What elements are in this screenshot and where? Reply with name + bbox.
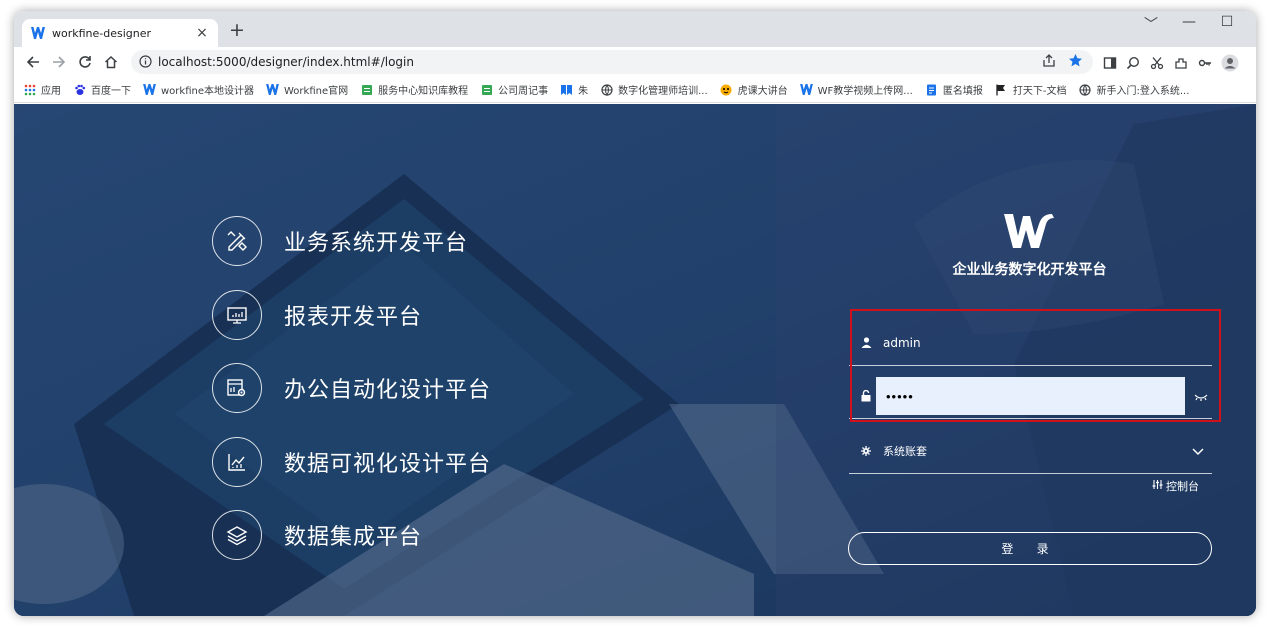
office-gear-icon bbox=[212, 363, 262, 413]
bookmarks-bar: 应用 百度一下 workfine本地设计器 Workfine官网 服务中心知识库… bbox=[14, 77, 1256, 103]
monitor-chart-icon bbox=[212, 290, 262, 340]
feature-report-dev: 报表开发平台 bbox=[212, 290, 422, 340]
bookmark-star-icon[interactable] bbox=[1068, 53, 1083, 72]
bookmark-label: WF教学视频上传网... bbox=[817, 86, 913, 97]
bookmark-item[interactable]: WF教学视频上传网... bbox=[799, 82, 913, 97]
tools-icon bbox=[212, 216, 262, 266]
feature-label: 业务系统开发平台 bbox=[284, 231, 469, 256]
search-icon[interactable] bbox=[1123, 53, 1143, 73]
workfine-logo-icon bbox=[1004, 214, 1054, 248]
feature-business-dev: 业务系统开发平台 bbox=[212, 216, 468, 266]
bookmark-item[interactable]: 虎课大讲台 bbox=[720, 82, 788, 97]
login-button[interactable]: 登 录 bbox=[848, 532, 1212, 565]
green-doc-icon bbox=[360, 83, 373, 96]
tab-strip: workfine-designer × + ﹀ — ☐ bbox=[14, 11, 1256, 47]
bookmark-label: 百度一下 bbox=[91, 86, 131, 97]
address-bar[interactable]: localhost:5000/designer/index.html#/logi… bbox=[131, 50, 1093, 74]
extension-icon[interactable] bbox=[1171, 53, 1191, 73]
feature-label: 报表开发平台 bbox=[284, 305, 423, 330]
bookmark-label: 虎课大讲台 bbox=[737, 86, 788, 97]
feature-data-integration: 数据集成平台 bbox=[212, 510, 422, 560]
console-label: 控制台 bbox=[1166, 480, 1199, 493]
browser-toolbar: localhost:5000/designer/index.html#/logi… bbox=[14, 47, 1256, 77]
feature-label: 办公自动化设计平台 bbox=[284, 378, 492, 403]
browser-window: workfine-designer × + ﹀ — ☐ localhost:50… bbox=[14, 11, 1256, 616]
workfine-icon bbox=[799, 83, 813, 96]
bookmark-item[interactable]: 匿名填报 bbox=[925, 82, 983, 97]
key-icon[interactable] bbox=[1195, 53, 1215, 73]
side-panel-icon[interactable] bbox=[1100, 53, 1120, 73]
blue-doc-icon bbox=[925, 83, 938, 96]
bookmark-label: 朱 bbox=[578, 86, 589, 97]
bookmark-label: 应用 bbox=[41, 86, 61, 97]
workfine-icon bbox=[143, 83, 156, 96]
login-subtitle: 企业业务数字化开发平台 bbox=[952, 262, 1107, 278]
account-set-select[interactable]: 系统账套 bbox=[849, 428, 1212, 474]
feature-data-visualization: 数据可视化设计平台 bbox=[212, 437, 491, 487]
bookmark-item[interactable]: 百度一下 bbox=[73, 82, 131, 97]
sliders-icon bbox=[1152, 479, 1163, 493]
chevron-down-icon[interactable] bbox=[1192, 441, 1212, 460]
bookmark-item[interactable]: workfine本地设计器 bbox=[143, 82, 254, 97]
share-icon[interactable] bbox=[1042, 53, 1056, 72]
profile-avatar-icon[interactable] bbox=[1220, 53, 1240, 73]
workfine-favicon-icon bbox=[30, 25, 46, 41]
bookmark-item[interactable]: 数字化管理师培训... bbox=[600, 82, 708, 97]
blue-ribbon-icon bbox=[560, 83, 573, 96]
back-icon[interactable] bbox=[20, 50, 46, 74]
bookmark-label: 公司周记事 bbox=[498, 86, 549, 97]
globe-icon bbox=[600, 83, 613, 96]
forward-icon[interactable] bbox=[46, 50, 72, 74]
bookmark-item[interactable]: 应用 bbox=[23, 82, 61, 97]
reload-icon[interactable] bbox=[72, 50, 98, 74]
bookmark-label: 数字化管理师培训... bbox=[618, 86, 708, 97]
bookmark-item[interactable]: 打天下-文档 bbox=[995, 82, 1067, 97]
bookmark-label: 打天下-文档 bbox=[1012, 86, 1067, 97]
bookmark-label: workfine本地设计器 bbox=[161, 86, 254, 97]
feature-office-automation: 办公自动化设计平台 bbox=[212, 363, 491, 413]
login-page: 业务系统开发平台 报表开发平台 办公自动化设计平台 数据可视化设计平台 数据集成… bbox=[14, 104, 1256, 616]
layers-icon bbox=[212, 510, 262, 560]
highlight-box bbox=[850, 309, 1221, 422]
apps-grid-icon bbox=[23, 83, 36, 96]
bookmark-label: Workfine官网 bbox=[284, 86, 349, 97]
line-chart-icon bbox=[212, 437, 262, 487]
url-text[interactable]: localhost:5000/designer/index.html#/logi… bbox=[158, 55, 1042, 69]
feature-label: 数据集成平台 bbox=[284, 525, 423, 550]
settings-gear-icon bbox=[849, 445, 883, 456]
green-doc-icon bbox=[480, 83, 493, 96]
minimize-button[interactable]: — bbox=[1174, 14, 1204, 34]
account-set-value: 系统账套 bbox=[883, 444, 927, 458]
bookmark-item[interactable]: 公司周记事 bbox=[480, 82, 548, 97]
bookmark-label: 服务中心知识库教程 bbox=[378, 86, 469, 97]
flag-icon bbox=[995, 83, 1008, 96]
bookmark-item[interactable]: Workfine官网 bbox=[266, 82, 348, 97]
baidu-icon bbox=[73, 83, 86, 96]
workfine-icon bbox=[266, 83, 279, 96]
close-tab-icon[interactable]: × bbox=[194, 25, 210, 41]
bookmark-label: 匿名填报 bbox=[942, 86, 983, 97]
bookmark-label: 新手入门:登入系统... bbox=[1096, 86, 1190, 97]
feature-label: 数据可视化设计平台 bbox=[284, 452, 492, 477]
info-icon[interactable] bbox=[139, 53, 152, 72]
bookmark-item[interactable]: 朱 bbox=[560, 82, 588, 97]
tab-search-icon[interactable]: ﹀ bbox=[1136, 14, 1166, 34]
browser-tab[interactable]: workfine-designer × bbox=[22, 19, 218, 47]
scissors-icon[interactable] bbox=[1147, 53, 1167, 73]
globe-icon bbox=[1078, 83, 1091, 96]
console-link[interactable]: 控制台 bbox=[1152, 478, 1199, 494]
bookmark-item[interactable]: 服务中心知识库教程 bbox=[360, 82, 468, 97]
bookmark-item[interactable]: 新手入门:登入系统... bbox=[1078, 82, 1189, 97]
tab-title: workfine-designer bbox=[52, 26, 152, 40]
maximize-button[interactable]: ☐ bbox=[1212, 14, 1242, 34]
new-tab-button[interactable]: + bbox=[226, 19, 248, 41]
home-icon[interactable] bbox=[98, 50, 124, 74]
tiger-icon bbox=[720, 83, 733, 96]
